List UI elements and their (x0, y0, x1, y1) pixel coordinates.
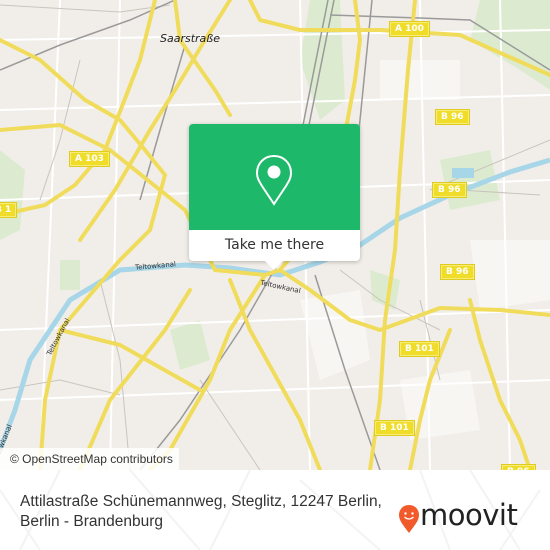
road-shield-a100: A 100 (390, 22, 429, 36)
harbor-basin (452, 168, 474, 178)
map-pin-icon (255, 154, 293, 206)
road-shield-b101: B 101 (375, 421, 414, 435)
road-shield-b96: B 96 (441, 265, 474, 279)
place-label-saarstrasse: Saarstraße (160, 32, 220, 45)
road-shield-b96: B 96 (436, 110, 469, 124)
moovit-pin-icon (399, 505, 419, 533)
road-shield-b101: B 101 (400, 342, 439, 356)
popup-header (189, 124, 360, 230)
location-popup: Take me there (189, 124, 360, 270)
road-shield-b1: B 1 (0, 203, 17, 217)
map-attribution[interactable]: © OpenStreetMap contributors (0, 448, 179, 470)
take-me-there-button[interactable]: Take me there (189, 230, 360, 261)
popup-pointer (265, 261, 283, 270)
road-shield-a103: A 103 (70, 152, 109, 166)
footer: Attilastraße Schünemannweg, Steglitz, 12… (0, 470, 550, 550)
address-line-1: Attilastraße Schünemannweg, Steglitz, 12… (20, 493, 382, 510)
road-shield-b96: B 96 (433, 183, 466, 197)
address-text: Attilastraße Schünemannweg, Steglitz, 12… (20, 492, 420, 532)
moovit-wordmark: moovit (420, 498, 518, 532)
address-line-2: Berlin - Brandenburg (20, 513, 164, 530)
